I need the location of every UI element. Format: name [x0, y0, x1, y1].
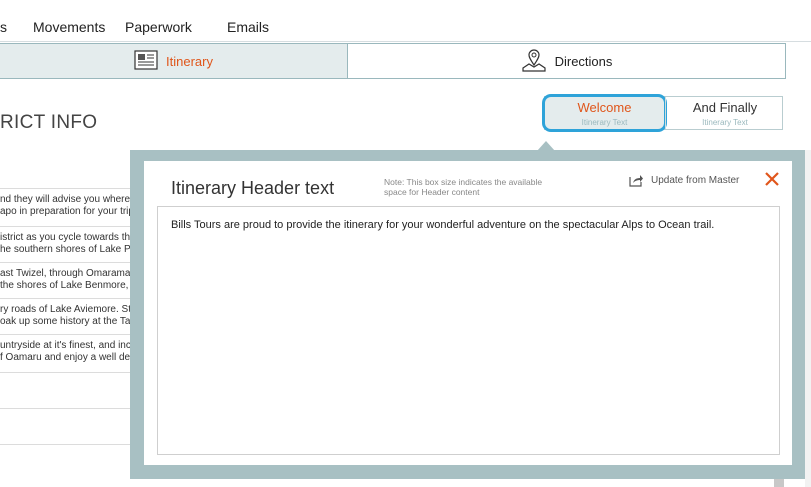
welcome-label: Welcome [577, 100, 632, 115]
divider [0, 444, 140, 445]
size-note: Note: This box size indicates the availa… [384, 177, 543, 197]
and-finally-sublabel: Itinerary Text [702, 118, 748, 127]
header-text-editor[interactable]: Bills Tours are proud to provide the iti… [157, 206, 780, 455]
list-item[interactable]: istrict as you cycle towards the he sout… [0, 226, 140, 264]
nav-item-emails[interactable]: Emails [227, 19, 269, 35]
divider [0, 408, 140, 409]
list-item-line: nd they will advise you where t [0, 194, 136, 205]
close-icon[interactable] [764, 171, 782, 189]
tab-directions-label: Directions [554, 53, 613, 69]
list-item-line: the shores of Lake Benmore, v [0, 280, 137, 291]
list-item-line: apo in preparation for your trip [0, 206, 134, 217]
list-item-line: he southern shores of Lake Pu [0, 244, 137, 255]
divider [0, 372, 140, 373]
tab-itinerary[interactable]: Itinerary [0, 44, 348, 78]
tab-itinerary-label: Itinerary [166, 53, 213, 69]
list-item-line: ast Twizel, through Omarama [0, 268, 131, 279]
list-item-line: istrict as you cycle towards the [0, 232, 136, 243]
scrollbar-thumb[interactable] [774, 479, 784, 487]
list-item-line: oak up some history at the Tak [0, 316, 136, 327]
document-icon [134, 49, 158, 73]
list-item[interactable]: ast Twizel, through Omarama the shores o… [0, 262, 140, 298]
popover-title: Itinerary Header text [171, 178, 335, 198]
map-pin-icon [521, 48, 547, 75]
header-text-popover: Itinerary Header text Note: This box siz… [130, 150, 806, 479]
list-item[interactable]: ry roads of Lake Aviemore. St oak up som… [0, 298, 140, 334]
view-tabs: Itinerary Directions [0, 43, 786, 79]
list-item-line: ry roads of Lake Aviemore. St [0, 304, 131, 315]
tab-directions[interactable]: Directions [348, 44, 785, 78]
update-from-master-label: Update from Master [651, 174, 740, 186]
itinerary-text-toggle: Welcome Itinerary Text And Finally Itine… [544, 96, 783, 130]
list-item-line: f Oamaru and enjoy a well des [0, 352, 136, 363]
welcome-toggle[interactable]: Welcome Itinerary Text [545, 97, 664, 129]
nav-item-movements[interactable]: Movements [33, 19, 105, 35]
nav-item-partial[interactable]: s [0, 19, 7, 35]
list-item[interactable]: untryside at it's finest, and incre f Oa… [0, 334, 140, 372]
page-title: RICT INFO [0, 112, 98, 133]
update-from-master-button[interactable]: Update from Master [629, 173, 739, 187]
popover-panel: Itinerary Header text Note: This box siz… [144, 161, 792, 465]
list-item[interactable]: nd they will advise you where t apo in p… [0, 188, 140, 226]
scrollbar-track[interactable] [805, 150, 811, 487]
top-nav: s Movements Paperwork Emails [0, 0, 811, 42]
share-icon [629, 175, 643, 187]
and-finally-label: And Finally [692, 100, 758, 115]
welcome-sublabel: Itinerary Text [581, 118, 628, 127]
list-item-line: untryside at it's finest, and incre [0, 340, 140, 351]
and-finally-toggle[interactable]: And Finally Itinerary Text [665, 97, 784, 129]
nav-item-paperwork[interactable]: Paperwork [125, 19, 192, 35]
